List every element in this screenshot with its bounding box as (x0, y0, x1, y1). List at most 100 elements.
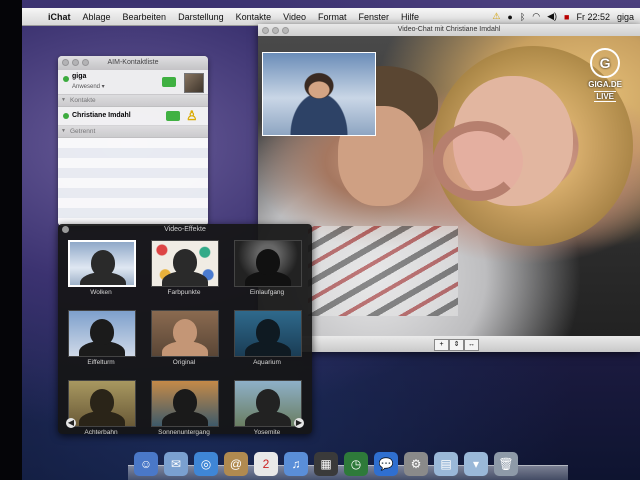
status-icon[interactable]: ● (507, 12, 512, 22)
menu-kontakte[interactable]: Kontakte (230, 12, 278, 22)
my-avatar[interactable] (184, 73, 204, 93)
effect-label: Einlaufgang (249, 289, 285, 296)
dock-icons: ☺ ✉ ◎ @2 ♫ ▦ ◷ 💬 ⚙ ▤ ▾ 🗑 (134, 452, 518, 476)
system-prefs-icon[interactable]: ⚙ (404, 452, 428, 476)
remote-video-feed: G GIGA.DE LIVE (258, 36, 640, 336)
silhouette-head (91, 250, 115, 276)
menubar-user[interactable]: giga (617, 12, 634, 22)
silhouette-head (256, 319, 280, 345)
photo-booth-icon[interactable]: ▦ (314, 452, 338, 476)
address-book-icon[interactable]: @ (224, 452, 248, 476)
effect-tile[interactable]: Wolken (68, 240, 136, 298)
minimize-button[interactable] (272, 27, 279, 34)
effect-tile[interactable]: Aquarium (234, 310, 302, 368)
wifi-icon[interactable]: ◠ (532, 11, 540, 22)
effect-preview (234, 240, 302, 287)
giga-brand: GIGA.DE (588, 80, 622, 89)
live-badge: LIVE (594, 91, 616, 102)
effect-preview (151, 240, 219, 287)
video-image-region (308, 226, 458, 316)
next-page-button[interactable]: ▶ (294, 418, 304, 428)
menu-darstellung[interactable]: Darstellung (172, 12, 230, 22)
group-header-kontakte[interactable]: Kontakte (58, 95, 208, 107)
minimize-button[interactable] (72, 59, 79, 66)
fullscreen-button[interactable]: ↔ (464, 339, 479, 351)
downloads-folder-icon[interactable]: ▾ (464, 452, 488, 476)
video-control-buttons: + ⇕ ↔ (434, 339, 479, 351)
video-chat-window: Video-Chat mit Christiane Imdahl G GIGA.… (258, 24, 640, 352)
effect-tile[interactable]: Original (151, 310, 219, 368)
mail-icon[interactable]: ✉ (164, 452, 188, 476)
safari-icon[interactable]: ◎ (194, 452, 218, 476)
my-status-row: giga Anwesend ▾ (58, 70, 208, 95)
my-status-dropdown[interactable]: Anwesend ▾ (72, 83, 105, 90)
itunes-icon[interactable]: ♫ (284, 452, 308, 476)
video-controls-bar: + ⇕ ↔ (258, 336, 640, 352)
ical-icon[interactable]: 2 (254, 452, 278, 476)
effect-label: Farbpunkte (167, 289, 201, 296)
menu-fenster[interactable]: Fenster (353, 12, 396, 22)
volume-icon[interactable]: ◀) (547, 11, 557, 22)
video-effects-titlebar[interactable]: Video-Effekte (58, 224, 312, 236)
menu-bearbeiten[interactable]: Bearbeiten (117, 12, 173, 22)
menu-hilfe[interactable]: Hilfe (395, 12, 425, 22)
self-preview-video[interactable] (262, 52, 376, 136)
menu-video[interactable]: Video (277, 12, 312, 22)
silhouette-head (173, 319, 197, 345)
video-effects-title: Video-Effekte (164, 226, 206, 233)
video-camera-icon[interactable] (162, 77, 176, 87)
time-machine-icon[interactable]: ◷ (344, 452, 368, 476)
menu-format[interactable]: Format (312, 12, 353, 22)
effect-label: Aquarium (253, 359, 281, 366)
silhouette-head (256, 249, 280, 275)
zoom-button[interactable] (282, 27, 289, 34)
buddy-list-titlebar[interactable]: AIM-Kontaktliste (58, 56, 208, 70)
effect-preview (234, 310, 302, 357)
effect-preview (68, 240, 136, 287)
documents-folder-icon[interactable]: ▤ (434, 452, 458, 476)
effect-preview (151, 310, 219, 357)
window-controls (62, 59, 89, 66)
close-button[interactable] (62, 226, 69, 233)
screen-border (0, 0, 22, 480)
add-participant-button[interactable]: + (434, 339, 449, 351)
effect-tile[interactable]: Farbpunkte (151, 240, 219, 298)
contact-row[interactable]: Christiane Imdahl ♙ (58, 107, 208, 126)
online-status-icon (63, 76, 69, 82)
mute-button[interactable]: ⇕ (449, 339, 464, 351)
bluetooth-icon[interactable]: ᛒ (520, 12, 525, 22)
zoom-button[interactable] (82, 59, 89, 66)
group-header-getrennt[interactable]: Getrennt (58, 126, 208, 138)
contact-name: Christiane Imdahl (72, 112, 131, 119)
trash-icon[interactable]: 🗑 (494, 452, 518, 476)
effect-tile[interactable]: Achterbahn (68, 380, 136, 438)
video-chat-titlebar[interactable]: Video-Chat mit Christiane Imdahl (258, 24, 640, 36)
finder-icon[interactable]: ☺ (134, 452, 158, 476)
effect-preview (68, 380, 136, 427)
flag-icon[interactable]: ■ (564, 12, 569, 22)
menubar-clock[interactable]: Fr 22:52 (576, 12, 610, 22)
online-status-icon (63, 113, 69, 119)
close-button[interactable] (62, 59, 69, 66)
effect-preview (234, 380, 302, 427)
effect-preview (68, 310, 136, 357)
giga-live-logo: G GIGA.DE LIVE (588, 48, 622, 102)
menu-ablage[interactable]: Ablage (77, 12, 117, 22)
effect-label: Wolken (90, 289, 112, 296)
effect-tile[interactable]: Eiffelturm (68, 310, 136, 368)
ichat-icon[interactable]: 💬 (374, 452, 398, 476)
previous-page-button[interactable]: ◀ (66, 418, 76, 428)
video-image-region (433, 121, 523, 201)
silhouette-head (90, 319, 114, 345)
effect-tile[interactable]: Einlaufgang (234, 240, 302, 298)
menu-ichat[interactable]: iChat (42, 12, 77, 22)
silhouette-head (256, 389, 280, 415)
effect-label: Eiffelturm (87, 359, 115, 366)
effect-tile[interactable]: Sonnenuntergang (151, 380, 219, 438)
video-camera-icon[interactable] (166, 111, 180, 121)
window-controls (262, 27, 289, 34)
effect-tile[interactable]: Yosemite (234, 380, 302, 438)
close-button[interactable] (262, 27, 269, 34)
empty-list-area (58, 138, 208, 226)
warning-icon[interactable]: ⚠ (492, 11, 500, 22)
